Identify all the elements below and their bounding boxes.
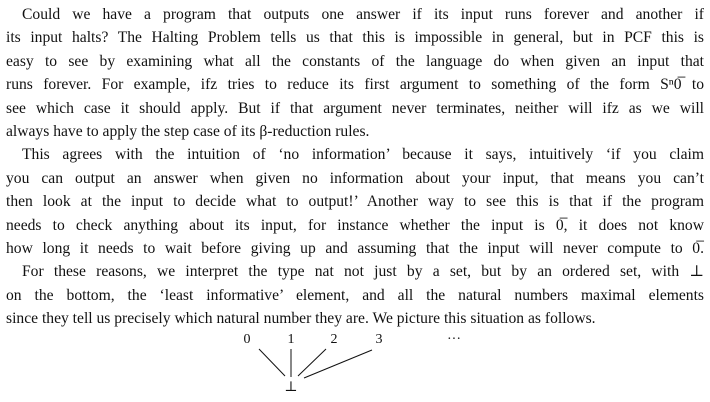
text-line: Could we have a program that outputs one…	[22, 6, 704, 23]
text-line: on the bottom, the ‘least informative’ e…	[6, 286, 704, 304]
text-line: This agrees with the intuition of ‘no in…	[22, 146, 704, 164]
text-line: since they tell us precisely which natur…	[6, 310, 596, 328]
flat-order-diagram: 0 1 2 3 ··· ⊥	[0, 328, 710, 402]
text-line: its input halts? The Halting Problem tel…	[6, 29, 704, 47]
text-line: see which case it should apply. But if t…	[6, 99, 704, 117]
text-line: always have to apply the step case of it…	[6, 122, 370, 140]
edge-2-bottom	[297, 348, 327, 377]
edge-3-bottom	[303, 349, 373, 379]
text-line: For these reasons, we interpret the type…	[22, 263, 704, 281]
text-line: how long it needs to wait before giving …	[6, 239, 704, 257]
node-ellipsis: ···	[447, 332, 461, 347]
body-text: Could we have a program that outputs one…	[6, 3, 704, 330]
node-3: 3	[375, 332, 383, 347]
node-0: 0	[243, 332, 251, 347]
text-line: needs to check anything about its input,…	[6, 216, 704, 234]
node-2: 2	[330, 332, 338, 347]
text-line: you can output an answer when given no i…	[6, 169, 704, 187]
edge-0-bottom	[258, 348, 286, 377]
text-line: then look at the input to decide what to…	[6, 193, 704, 211]
node-1: 1	[287, 332, 295, 347]
text-line: easy to see by examining what all the co…	[6, 52, 704, 70]
diagram-edges	[258, 348, 373, 379]
text-line: runs forever. For example, ifz tries to …	[6, 76, 704, 94]
node-bottom: ⊥	[284, 380, 298, 395]
